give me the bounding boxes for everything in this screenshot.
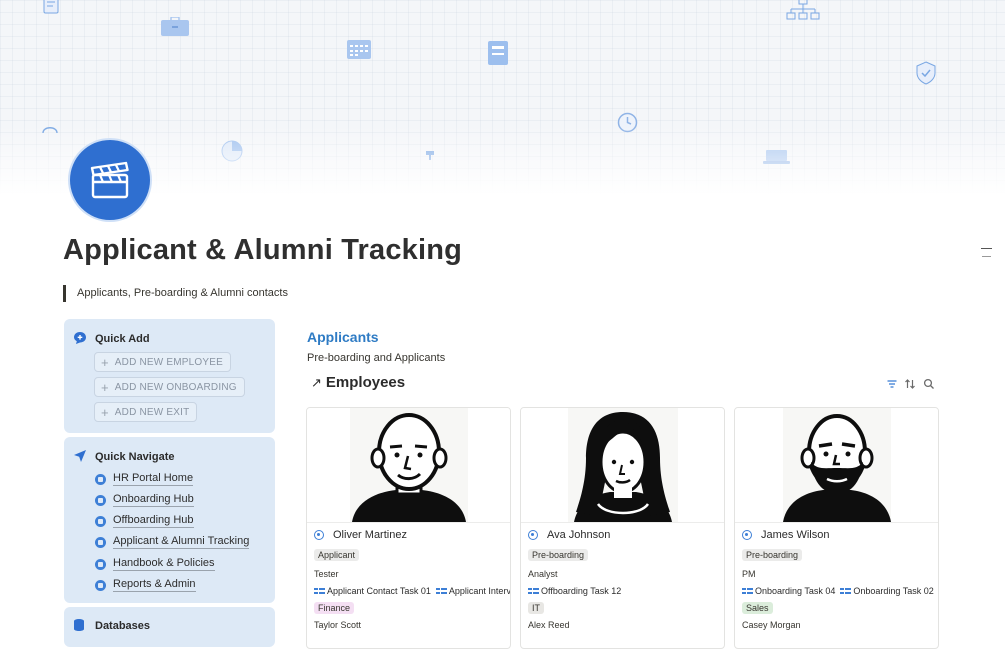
database-icon [74,619,84,631]
task-relations: Offboarding Task 12 [528,586,626,596]
department-badge: IT [528,602,544,614]
status-badge: Pre-boarding [742,549,803,561]
card-title[interactable]: Ava Johnson [528,529,610,541]
role-text: Tester [314,569,339,579]
clapperboard-icon [70,140,150,220]
card-title[interactable]: Oliver Martinez [314,529,407,541]
home-icon [95,473,106,485]
employee-card[interactable]: Oliver Martinez Applicant Tester Applica… [306,407,511,649]
plus-icon: + [101,354,109,370]
card-title[interactable]: James Wilson [742,529,829,541]
nav-item-offboarding-hub[interactable]: Offboarding Hub [95,513,194,529]
department-badge: Finance [314,602,355,614]
nav-item-handbook-policies[interactable]: Handbook & Policies [95,556,215,572]
headset-icon [42,127,58,134]
status-badge: Applicant [314,549,360,561]
employee-card[interactable]: James Wilson Pre-boarding PM Onboarding … [734,407,939,649]
checklist-icon [435,587,447,595]
page-cover [0,0,1005,195]
arrow-up-right-icon: ↗ [311,374,322,390]
page-quote: Applicants, Pre-boarding & Alumni contac… [63,285,288,302]
assignee-text: Alex Reed [528,620,570,630]
outline-marker[interactable] [982,256,991,257]
nav-item-hr-portal-home[interactable]: HR Portal Home [95,471,194,487]
nav-item-onboarding-hub[interactable]: Onboarding Hub [95,492,194,508]
card-cover [735,408,938,523]
card-cover [307,408,510,523]
task-link[interactable]: Offboarding Task 12 [528,586,621,596]
person-icon [742,530,752,540]
plus-icon: + [101,404,109,420]
laptop-icon [763,150,790,164]
calendar-icon [347,40,371,59]
sort-icon[interactable] [904,378,916,390]
status-badge: Pre-boarding [528,549,589,561]
outline-marker[interactable] [981,248,992,249]
employee-card[interactable]: Ava Johnson Pre-boarding Analyst Offboar… [520,407,725,649]
task-link[interactable]: Applicant Intervie [435,586,510,596]
assignee-text: Casey Morgan [742,620,801,630]
task-link[interactable]: Applicant Contact Task 01 [314,586,431,596]
task-relations: Applicant Contact Task 01 Applicant Inte… [314,586,510,596]
department-badge: Sales [742,602,773,614]
bearded-man-portrait-icon [782,408,891,522]
org-chart-icon [786,0,820,20]
page-title: Applicant & Alumni Tracking [63,234,463,266]
quick-add-panel: Quick Add + ADD NEW EMPLOYEE + ADD NEW ONB… [64,319,275,433]
applicants-subtitle: Pre-boarding and Applicants [307,352,446,364]
calculator-icon [488,41,508,65]
shield-check-icon [916,61,936,85]
role-text: PM [742,569,756,579]
checklist-icon [840,587,852,595]
add-new-exit-button[interactable]: + ADD NEW EXIT [94,402,198,422]
chart-icon [95,579,106,591]
task-relations: Onboarding Task 04 Onboarding Task 02 [742,586,938,596]
quick-navigate-panel: Quick Navigate HR Portal Home Onboarding… [64,437,275,603]
bald-man-portrait-icon [349,408,468,522]
plus-icon: + [101,379,109,395]
checklist-icon [314,587,325,595]
clock-icon [617,112,638,133]
employees-database-title[interactable]: ↗ Employees [311,374,405,391]
woman-portrait-icon [567,408,678,522]
checklist-icon [742,587,753,595]
quick-add-title: Quick Add [95,333,150,345]
task-link[interactable]: Onboarding Task 02 [840,586,934,596]
search-icon[interactable] [923,378,935,390]
applicants-link[interactable]: Applicants [307,329,379,345]
document-icon [43,0,59,14]
trophy-icon [426,151,434,160]
add-new-employee-button[interactable]: + ADD NEW EMPLOYEE [94,352,232,372]
add-new-onboarding-button[interactable]: + ADD NEW ONBOARDING [94,377,245,397]
person-icon [528,530,538,540]
checklist-icon [528,587,539,595]
briefcase-icon [161,17,189,36]
filter-icon[interactable] [886,378,898,390]
task-link[interactable]: Onboarding Task 04 [742,586,835,596]
databases-title: Databases [95,620,151,632]
offboarding-icon [95,515,106,527]
role-text: Analyst [528,569,558,579]
nav-item-reports-admin[interactable]: Reports & Admin [95,577,196,593]
card-cover [521,408,724,523]
pie-chart-icon [221,140,243,162]
assignee-text: Taylor Scott [314,620,362,630]
person-icon [314,530,324,540]
databases-panel: Databases [64,607,275,647]
quick-navigate-title: Quick Navigate [95,451,175,463]
navigation-arrow-icon [74,450,86,462]
onboarding-icon [95,494,106,506]
nav-item-applicant-alumni-tracking[interactable]: Applicant & Alumni Tracking [95,534,250,550]
clapperboard-icon [95,536,106,548]
chat-plus-icon [74,332,86,344]
book-icon [95,558,106,570]
